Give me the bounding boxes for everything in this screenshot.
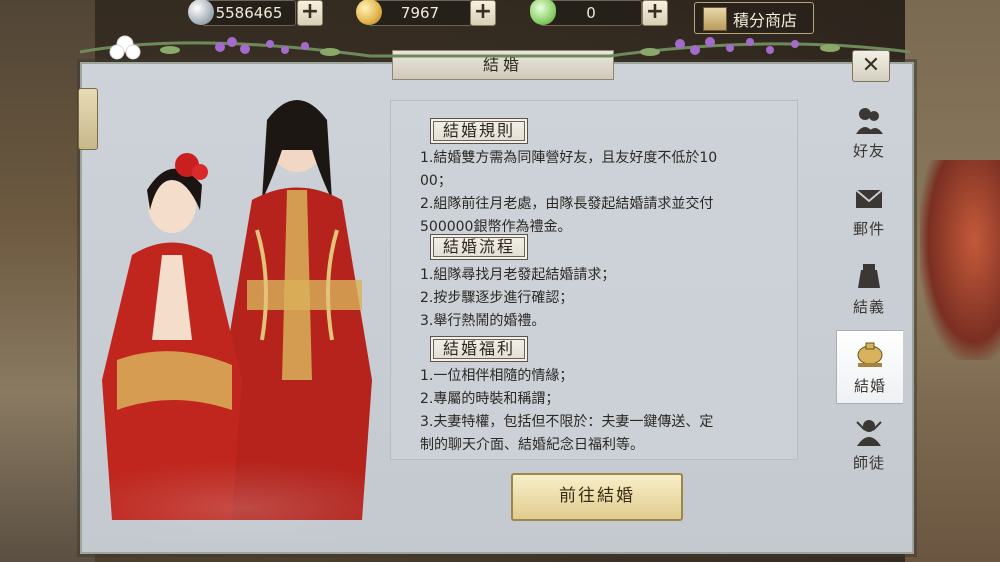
benefit-line: 1.一位相伴相隨的情緣； <box>420 368 574 384</box>
tab-friends[interactable]: 好友 <box>836 96 902 168</box>
tab-marriage[interactable]: 結婚 <box>836 330 903 404</box>
benefit-line: 制的聊天介面、結婚紀念日福利等。 <box>420 437 644 453</box>
benefit-line: 2.專屬的時裝和稱謂； <box>420 391 560 407</box>
sworn-brothers-icon <box>858 264 880 288</box>
tab-sworn-brothers[interactable]: 結義 <box>836 252 902 324</box>
marriage-bell-icon <box>857 342 883 367</box>
go-to-marriage-button[interactable]: 前往結婚 <box>511 473 683 521</box>
couple-illustration <box>92 100 392 540</box>
benefit-line: 3.夫妻特權，包括但不限於：夫妻一鍵傳送、定 <box>420 414 714 430</box>
mail-icon <box>855 189 883 208</box>
tab-label-sworn-brothers: 結義 <box>852 298 885 316</box>
section-heading-benefits: 結婚福利 <box>430 336 528 362</box>
friends-icon <box>856 108 883 134</box>
tab-mail[interactable]: 郵件 <box>836 174 902 246</box>
process-line: 2.按步驟逐步進行確認； <box>420 290 574 306</box>
tab-label-master-apprentice: 師徒 <box>852 454 885 472</box>
rule-line: 1.結婚雙方需為同陣營好友，且友好度不低於10 <box>420 150 718 166</box>
master-apprentice-icon <box>856 420 882 446</box>
tab-master-apprentice[interactable]: 師徒 <box>836 408 902 480</box>
rule-line: 500000銀幣作為禮金。 <box>420 219 572 235</box>
close-button[interactable]: ✕ <box>852 50 890 82</box>
tab-label-marriage: 結婚 <box>853 377 886 395</box>
background-lantern <box>920 160 1000 360</box>
process-line: 3.舉行熱鬧的婚禮。 <box>420 313 546 329</box>
rule-line: 00； <box>420 173 452 189</box>
section-heading-process: 結婚流程 <box>430 234 528 260</box>
section-heading-rules: 結婚規則 <box>430 118 528 144</box>
rule-line: 2.組隊前往月老處，由隊長發起結婚請求並交付 <box>420 196 714 212</box>
floral-border-decoration <box>79 35 911 60</box>
tab-label-friends: 好友 <box>852 142 885 160</box>
process-line: 1.組隊尋找月老發起結婚請求； <box>420 267 616 283</box>
tab-label-mail: 郵件 <box>852 220 885 238</box>
